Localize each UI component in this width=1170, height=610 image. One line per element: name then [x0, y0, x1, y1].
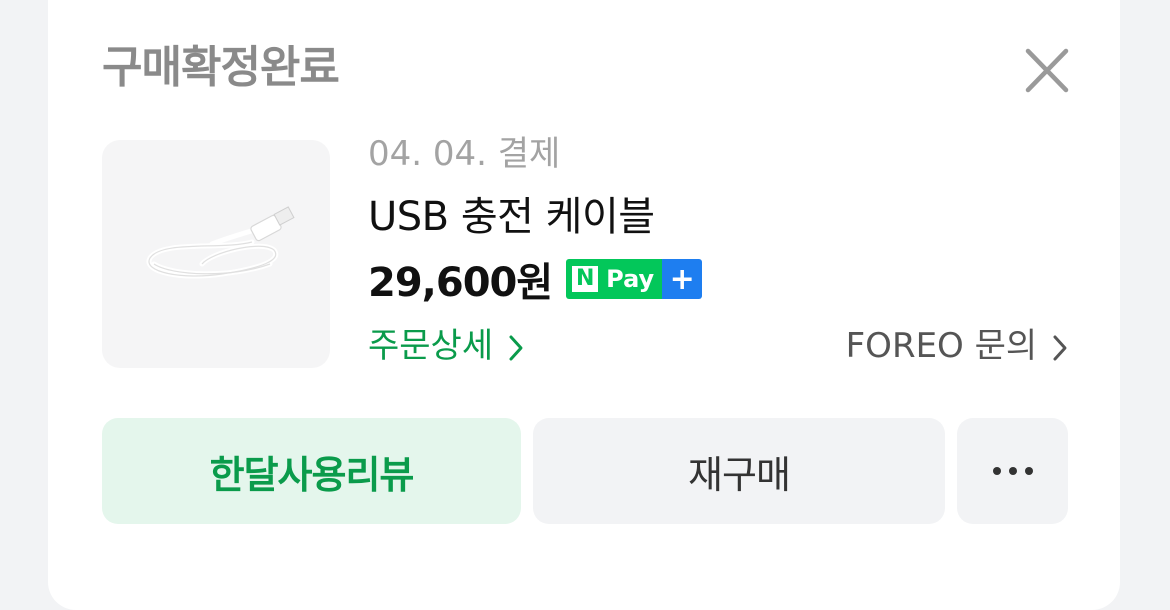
more-options-button[interactable] [957, 418, 1068, 524]
seller-inquiry-link[interactable]: FOREO 문의 [846, 322, 1068, 370]
modal-title: 구매확정완료 [102, 42, 340, 93]
more-dots-icon [989, 467, 1037, 475]
order-date: 04. 04. 결제 [368, 134, 561, 174]
order-detail-label: 주문상세 [368, 326, 494, 366]
npay-plus-badge: N Pay + [566, 259, 703, 299]
close-button[interactable] [1016, 46, 1078, 98]
product-price: 29,600원 [368, 260, 553, 306]
product-thumbnail[interactable] [102, 140, 330, 368]
price-row: 29,600원 N Pay + [368, 254, 703, 306]
chevron-right-icon [509, 335, 523, 360]
npay-n-icon: N [572, 266, 599, 292]
chevron-right-icon [1053, 335, 1067, 360]
npay-badge-main: N Pay [566, 259, 663, 299]
order-detail-link[interactable]: 주문상세 [368, 322, 524, 370]
product-name[interactable]: USB 충전 케이블 [368, 191, 655, 243]
seller-inquiry-label: FOREO 문의 [845, 326, 1038, 366]
monthly-review-button[interactable]: 한달사용리뷰 [102, 418, 521, 524]
usb-cable-image [146, 206, 295, 279]
rebuy-button[interactable]: 재구매 [533, 418, 945, 524]
npay-plus-icon: + [662, 259, 703, 299]
close-icon [1025, 48, 1069, 93]
npay-pay-label: Pay [606, 265, 655, 293]
